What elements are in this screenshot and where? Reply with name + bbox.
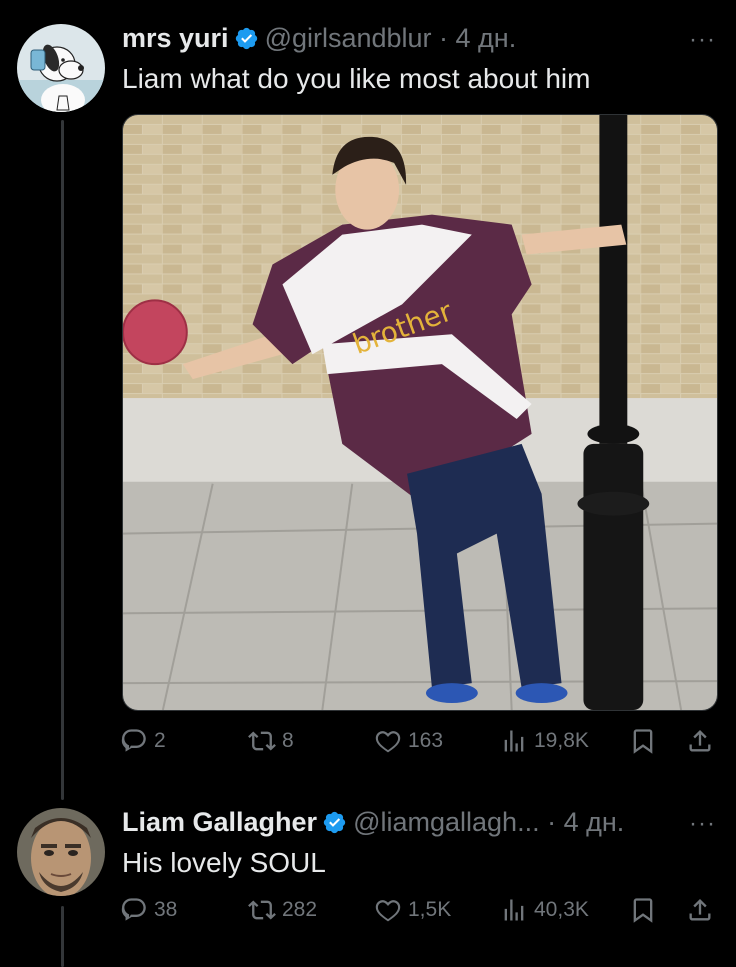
reply-button[interactable]: 2 <box>120 727 166 755</box>
tweet-text: Liam what do you like most about him <box>122 63 591 94</box>
like-button[interactable]: 1,5K <box>374 896 451 924</box>
share-icon <box>689 730 711 752</box>
views-button[interactable]: 40,3K <box>500 896 589 924</box>
views-count: 19,8K <box>534 729 589 752</box>
photo-man-football-kit-icon: brother <box>123 115 717 710</box>
more-options-icon[interactable]: ··· <box>689 28 716 52</box>
user-avatar[interactable] <box>17 24 105 112</box>
like-button[interactable]: 163 <box>374 727 443 755</box>
tweet-original[interactable]: mrs yuri @girlsandblur · 4 дн. ··· Liam … <box>0 0 736 790</box>
retweet-button[interactable]: 8 <box>248 727 294 755</box>
share-icon <box>689 899 711 921</box>
tweet-reply[interactable]: Liam Gallagher @liamgallagh... · 4 дн. ·… <box>0 790 736 967</box>
bookmark-button[interactable] <box>629 896 657 924</box>
views-count: 40,3K <box>534 898 589 921</box>
profile-photo-avatar-icon <box>17 808 105 896</box>
heart-icon <box>375 900 401 922</box>
bookmark-button[interactable] <box>629 727 657 755</box>
verified-badge-icon <box>322 810 347 835</box>
bookmark-icon <box>633 898 653 923</box>
more-options-icon[interactable]: ··· <box>689 812 716 836</box>
tweet-photo[interactable]: brother <box>122 114 718 711</box>
verified-badge-icon <box>234 26 259 51</box>
bookmark-icon <box>633 729 653 754</box>
retweet-icon <box>248 731 276 751</box>
views-chart-icon <box>504 899 524 921</box>
retweet-count: 8 <box>282 729 294 752</box>
heart-icon <box>375 731 401 753</box>
handle-and-time[interactable]: @liamgallagh... · 4 дн. <box>353 806 624 838</box>
like-count: 163 <box>408 729 444 752</box>
tweet-header: mrs yuri @girlsandblur · 4 дн. <box>122 22 516 54</box>
retweet-icon <box>248 900 276 920</box>
display-name[interactable]: mrs yuri <box>122 22 229 54</box>
like-count: 1,5K <box>408 898 452 921</box>
views-button[interactable]: 19,8K <box>500 727 589 755</box>
reply-count: 38 <box>154 898 178 921</box>
tweet-header: Liam Gallagher @liamgallagh... · 4 дн. <box>122 806 624 838</box>
tweet-actions: 38 282 1,5K 40,3K <box>120 896 718 930</box>
share-button[interactable] <box>686 727 714 755</box>
user-avatar[interactable] <box>17 808 105 896</box>
tweet-actions: 2 8 163 19,8K <box>120 727 718 761</box>
reply-button[interactable]: 38 <box>120 896 177 924</box>
tweet-text: His lovely SOUL <box>122 847 326 878</box>
reply-icon <box>121 898 146 921</box>
display-name[interactable]: Liam Gallagher <box>122 806 317 838</box>
views-chart-icon <box>504 730 524 752</box>
reply-count: 2 <box>154 729 166 752</box>
share-button[interactable] <box>686 896 714 924</box>
handle-and-time[interactable]: @girlsandblur · 4 дн. <box>265 22 517 54</box>
snoopy-avatar-icon <box>17 24 105 112</box>
reply-icon <box>121 729 146 752</box>
retweet-count: 282 <box>282 898 318 921</box>
retweet-button[interactable]: 282 <box>248 896 317 924</box>
